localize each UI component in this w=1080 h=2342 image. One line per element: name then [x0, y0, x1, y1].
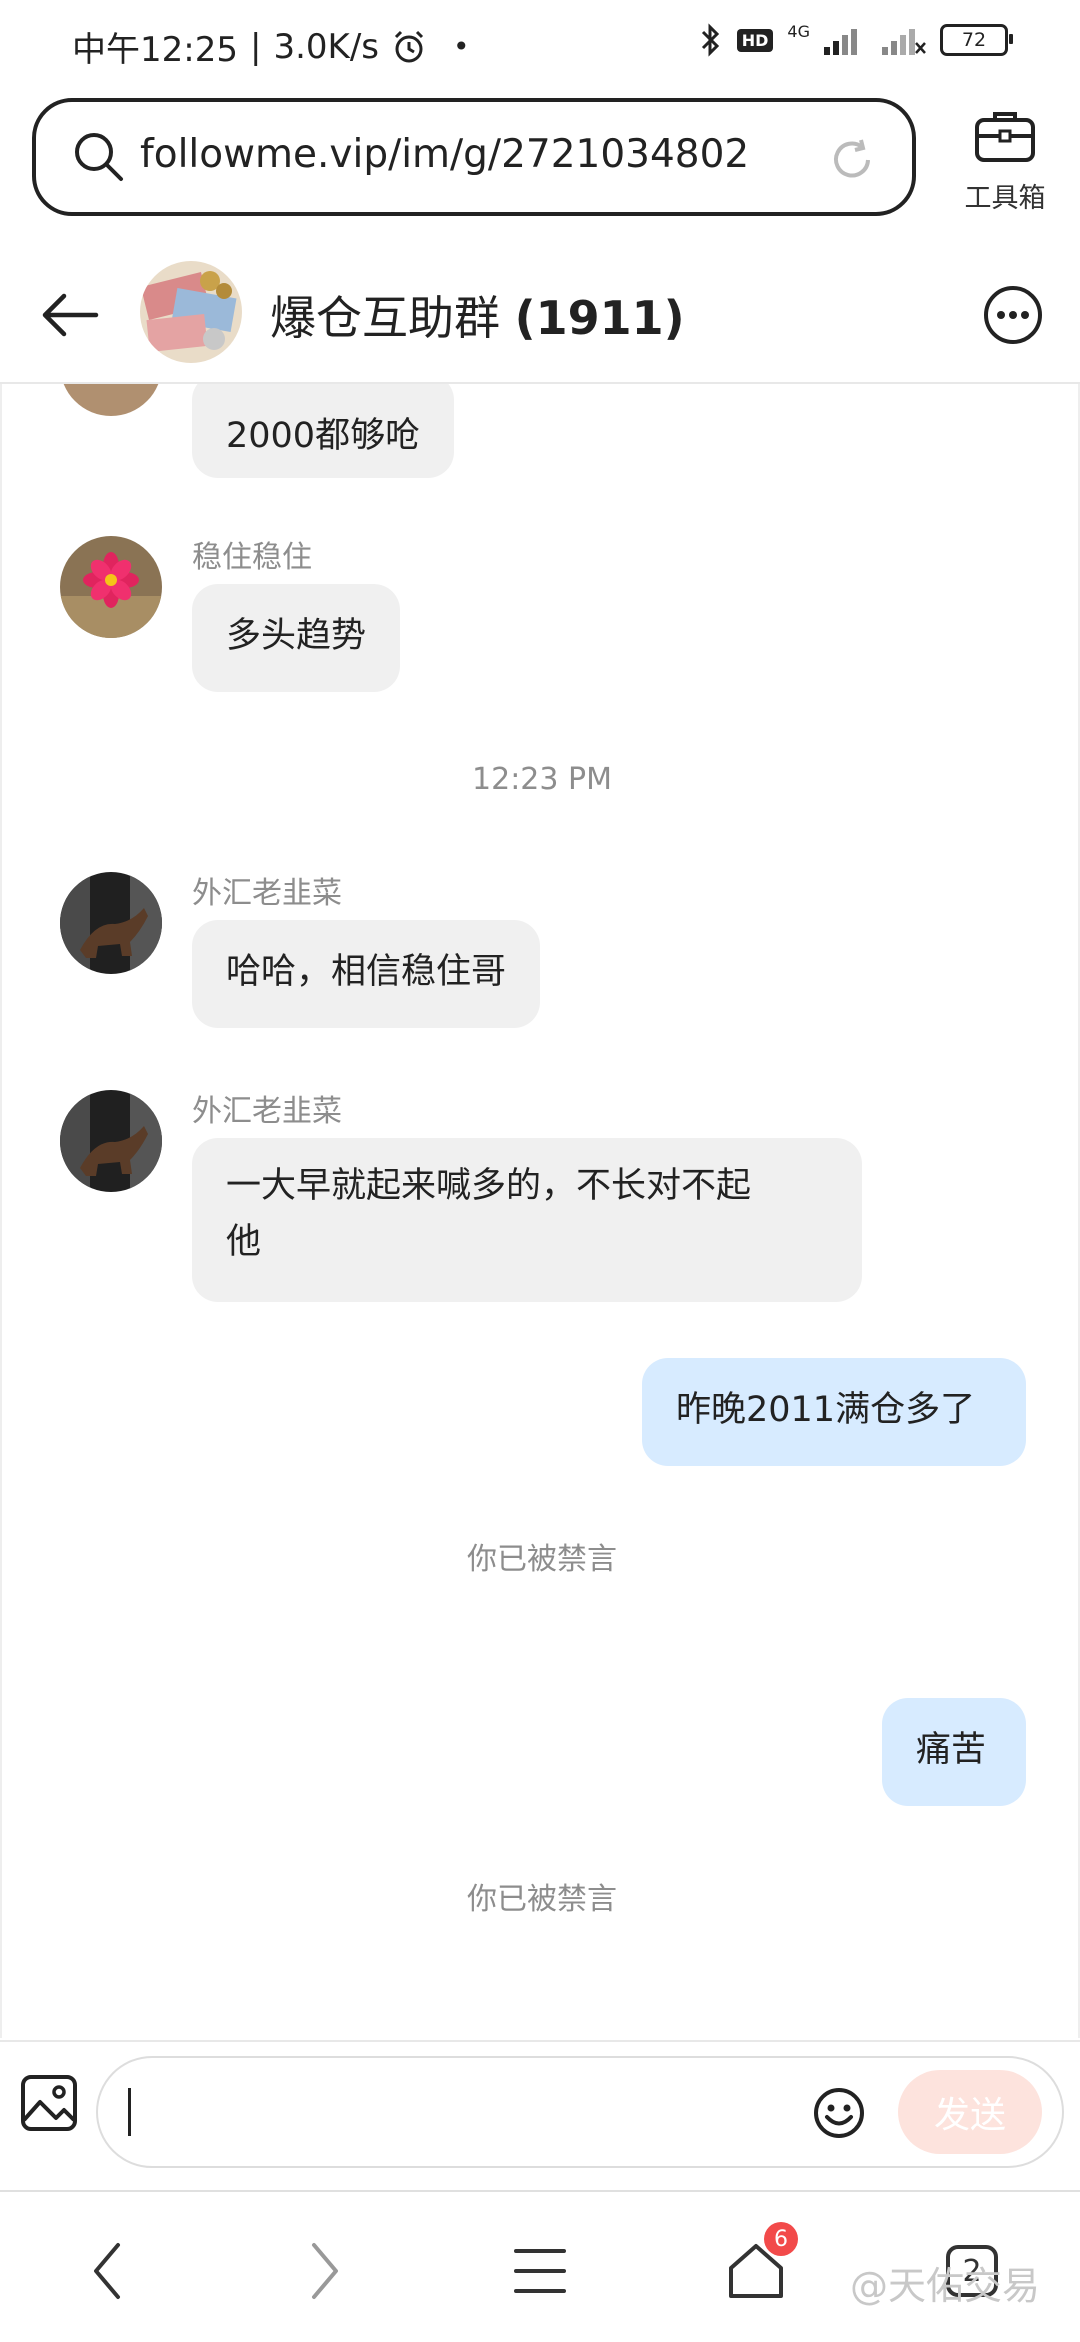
- more-options-icon[interactable]: [982, 284, 1044, 346]
- address-bar[interactable]: followme.vip/im/g/2721034802: [32, 98, 916, 216]
- image-icon[interactable]: [20, 2074, 78, 2132]
- user-avatar[interactable]: [60, 384, 162, 416]
- search-icon: [75, 133, 123, 181]
- message-bubble[interactable]: 2000都够呛: [192, 384, 455, 478]
- bluetooth-icon: [701, 23, 719, 57]
- message-text-line: 他: [226, 1222, 262, 1262]
- toolbox-button[interactable]: 工具箱: [950, 106, 1060, 215]
- user-avatar[interactable]: [60, 536, 162, 638]
- url-text: followme.vip/im/g/2721034802: [140, 132, 750, 177]
- chat-header: 爆仓互助群 (1911): [0, 246, 1080, 384]
- user-avatar[interactable]: [60, 1090, 162, 1192]
- message-text-line: 一大早就起来喊多的，不长对不起: [226, 1166, 752, 1206]
- network-speed: 3.0K/s: [273, 26, 379, 67]
- signal-icon: [824, 29, 857, 55]
- message-bubble[interactable]: 哈哈，相信稳住哥: [192, 920, 541, 1028]
- nav-home-button[interactable]: 6: [716, 2222, 798, 2306]
- menu-icon: [514, 2249, 566, 2293]
- user-avatar[interactable]: [60, 872, 162, 974]
- group-avatar[interactable]: [140, 261, 242, 363]
- sender-name: 稳住稳住: [192, 540, 312, 575]
- message-input-bar: 发送: [0, 2040, 1080, 2192]
- time-divider: 12:23 PM: [472, 762, 612, 797]
- alarm-icon: [394, 30, 424, 62]
- message-bubble[interactable]: 多头趋势: [192, 584, 401, 692]
- status-left: 中午12:25 | 3.0K/s •: [72, 22, 470, 71]
- status-right: HD 4G 72: [699, 22, 1013, 58]
- sender-name: 外汇老韭菜: [192, 876, 342, 911]
- sender-name: 外汇老韭菜: [192, 1094, 342, 1129]
- member-count: (1911): [514, 291, 685, 345]
- emoji-icon[interactable]: [812, 2086, 866, 2140]
- reload-icon[interactable]: [828, 136, 876, 184]
- toolbox-icon: [975, 112, 1035, 162]
- hd-badge: HD: [736, 28, 774, 52]
- muted-notice: 你已被禁言: [467, 1542, 617, 1577]
- signal-2-icon: [882, 29, 926, 55]
- chevron-right-icon: [312, 2243, 338, 2299]
- message-text: 痛苦: [916, 1730, 987, 1770]
- message-text: 2000都够呛: [226, 416, 421, 456]
- toolbox-label: 工具箱: [964, 183, 1046, 214]
- back-arrow-icon[interactable]: [40, 290, 100, 340]
- notification-badge: 6: [764, 2222, 798, 2256]
- message-text: 昨晚2011满仓多了: [676, 1390, 976, 1430]
- outgoing-message-bubble[interactable]: 痛苦: [882, 1698, 1026, 1806]
- message-list[interactable]: 2000都够呛 稳住稳住 多头趋势 12:23 PM 外汇老韭菜 哈哈，相信稳住…: [0, 384, 1080, 2038]
- watermark: @天佑交易: [850, 2264, 1041, 2308]
- status-separator: |: [249, 26, 262, 67]
- group-name: 爆仓互助群: [270, 291, 500, 345]
- battery-level: 72: [961, 29, 987, 51]
- nav-forward-button[interactable]: [284, 2236, 364, 2306]
- nav-menu-button[interactable]: [500, 2236, 580, 2306]
- battery-indicator: 72: [940, 24, 1013, 56]
- status-bar: 中午12:25 | 3.0K/s • HD 4G 72: [0, 0, 1080, 95]
- group-title: 爆仓互助群 (1911): [270, 282, 685, 348]
- nav-back-button[interactable]: [68, 2236, 148, 2306]
- message-text: 哈哈，相信稳住哥: [226, 952, 507, 992]
- muted-notice: 你已被禁言: [467, 1882, 617, 1917]
- outgoing-message-bubble[interactable]: 昨晚2011满仓多了: [642, 1358, 1026, 1466]
- message-bubble[interactable]: 一大早就起来喊多的，不长对不起 他: [192, 1138, 862, 1302]
- network-type: 4G: [787, 22, 810, 41]
- dot-icon: •: [453, 30, 470, 63]
- status-time: 中午12:25: [72, 30, 238, 70]
- chevron-left-icon: [94, 2243, 120, 2299]
- text-caret: [128, 2088, 131, 2136]
- send-button[interactable]: 发送: [898, 2070, 1042, 2154]
- message-text: 多头趋势: [226, 616, 367, 656]
